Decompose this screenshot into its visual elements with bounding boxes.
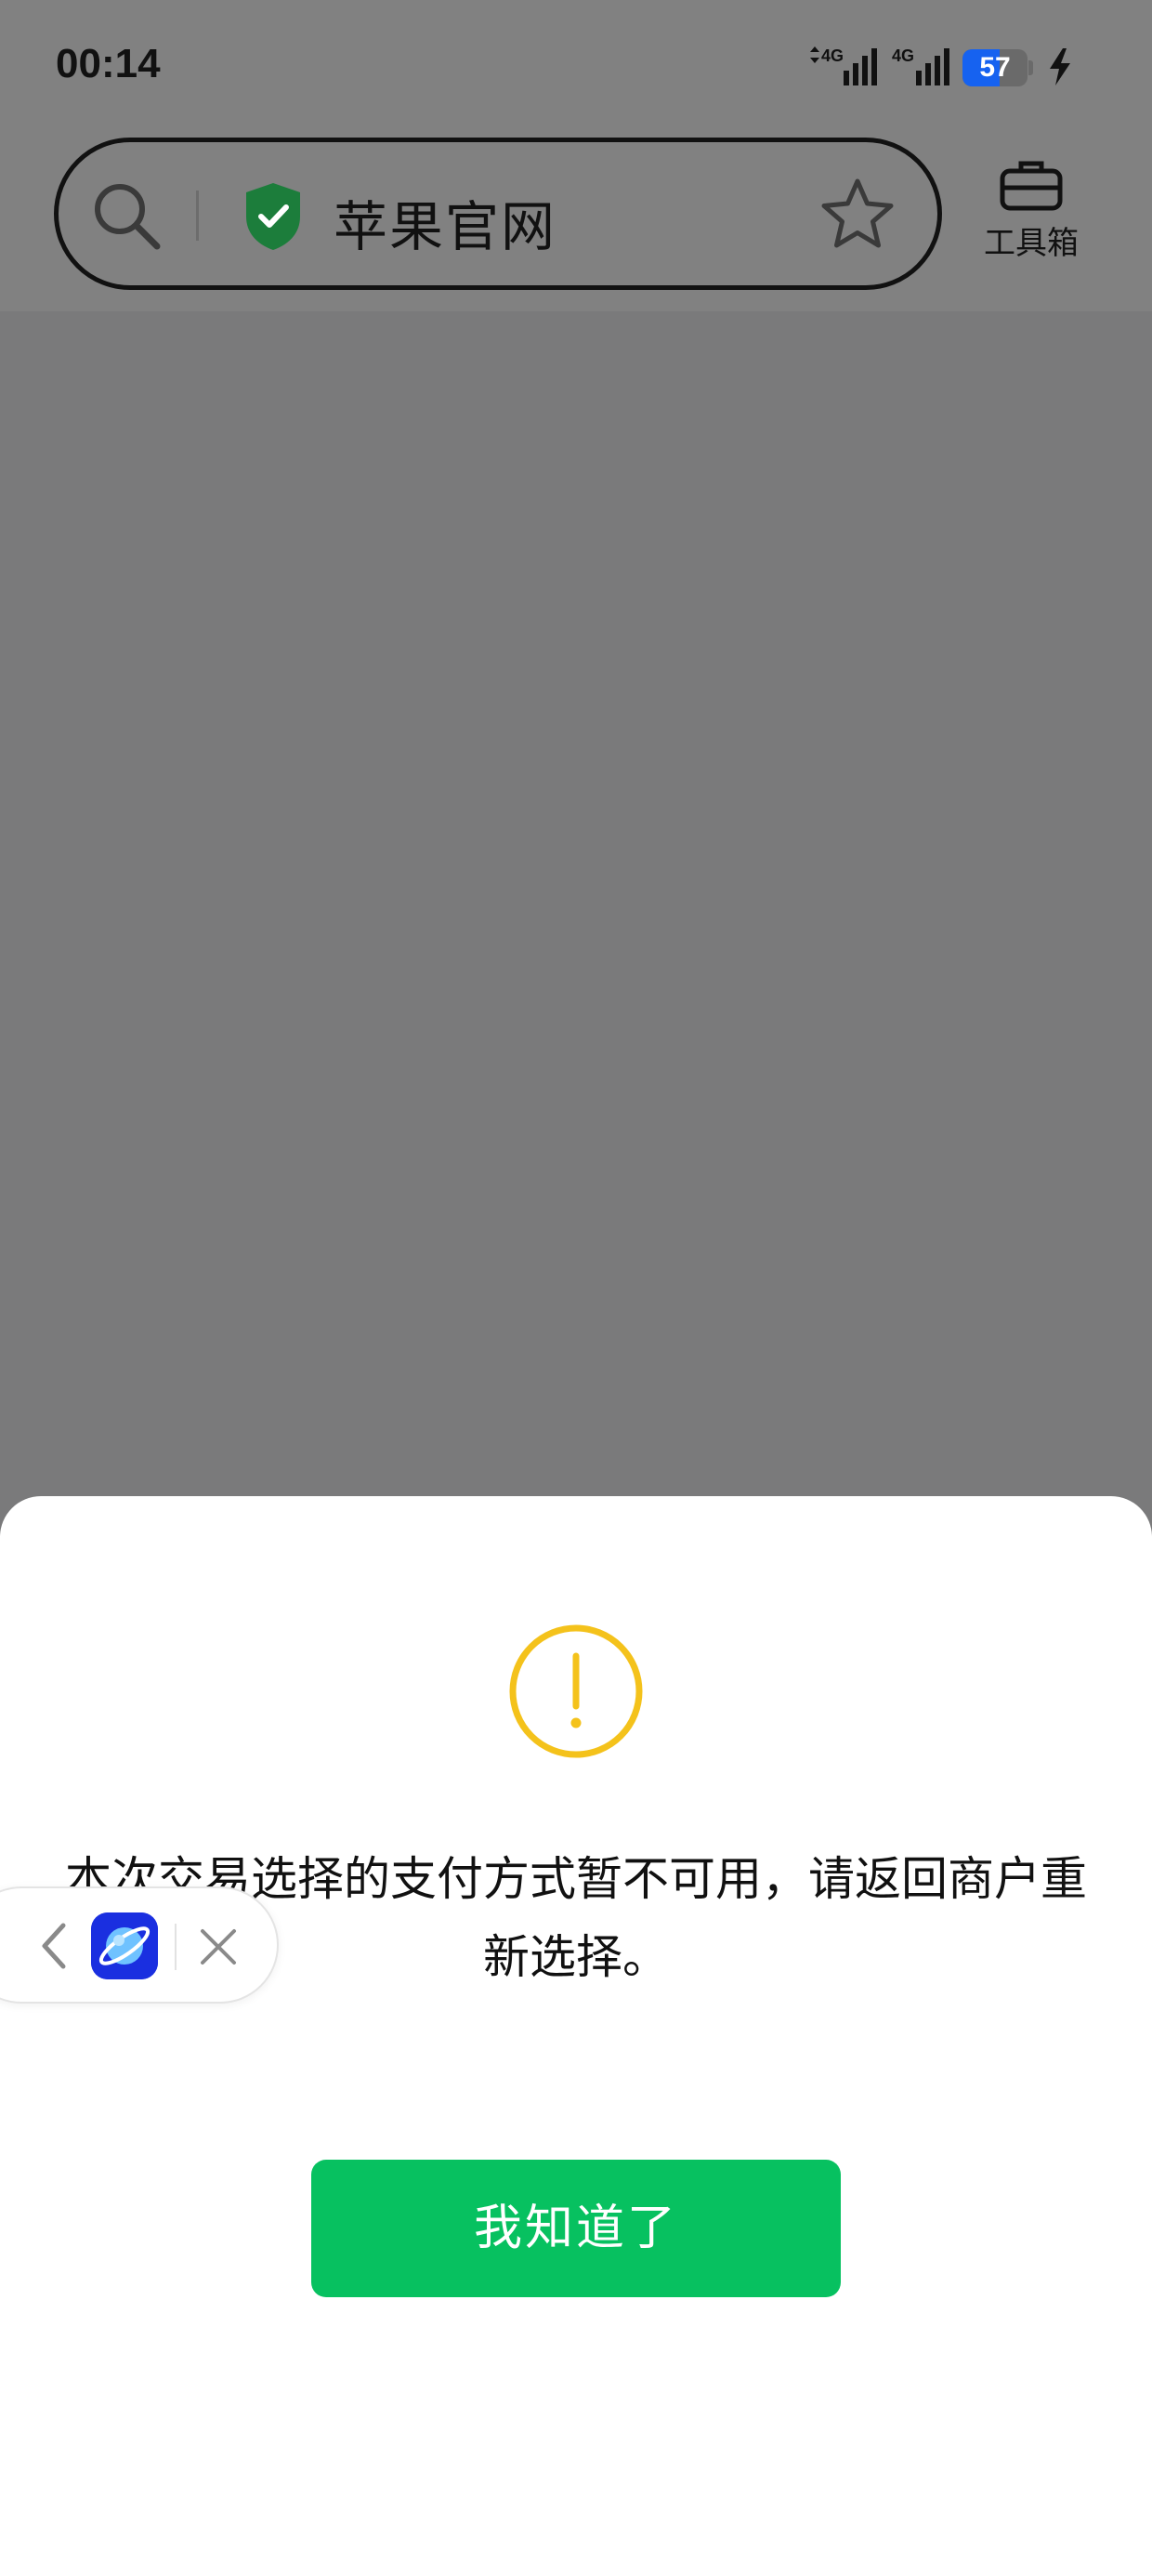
chevron-left-icon[interactable]: [35, 1920, 72, 1976]
signal-4g-icon: 4G: [890, 43, 955, 89]
address-divider: [196, 191, 199, 241]
status-bar: 00:14 4G 4G 57: [0, 0, 1152, 130]
status-time: 00:14: [56, 41, 161, 86]
signal-4g-icon: 4G: [806, 43, 881, 89]
toolbox-label: 工具箱: [984, 225, 1079, 262]
signal-2-label: 4G: [892, 46, 914, 65]
floating-capsule[interactable]: [0, 1886, 279, 2004]
browser-top-bar: 00:14 4G 4G 57 苹果官网 工具箱: [0, 0, 1152, 311]
shield-check-icon: [241, 179, 306, 257]
address-bar[interactable]: 苹果官网: [54, 138, 942, 290]
star-icon[interactable]: [818, 176, 897, 257]
briefcase-icon: [1000, 161, 1063, 211]
signal-1-label: 4G: [821, 46, 844, 65]
charging-icon: [1048, 48, 1072, 89]
toolbox-button[interactable]: 工具箱: [974, 160, 1089, 281]
warning-icon: [507, 1623, 645, 1764]
battery-level: 57: [979, 52, 1011, 83]
planet-app-icon[interactable]: [91, 1912, 158, 1979]
close-icon[interactable]: [197, 1925, 240, 1972]
search-icon[interactable]: [90, 179, 164, 257]
capsule-divider: [175, 1924, 177, 1970]
got-it-button[interactable]: 我知道了: [311, 2160, 841, 2297]
payment-error-sheet: 本次交易选择的支付方式暂不可用，请返回商户重新选择。 我知道了: [0, 1496, 1152, 2576]
battery-indicator: 57: [962, 49, 1033, 86]
page-title: 苹果官网: [334, 195, 557, 258]
